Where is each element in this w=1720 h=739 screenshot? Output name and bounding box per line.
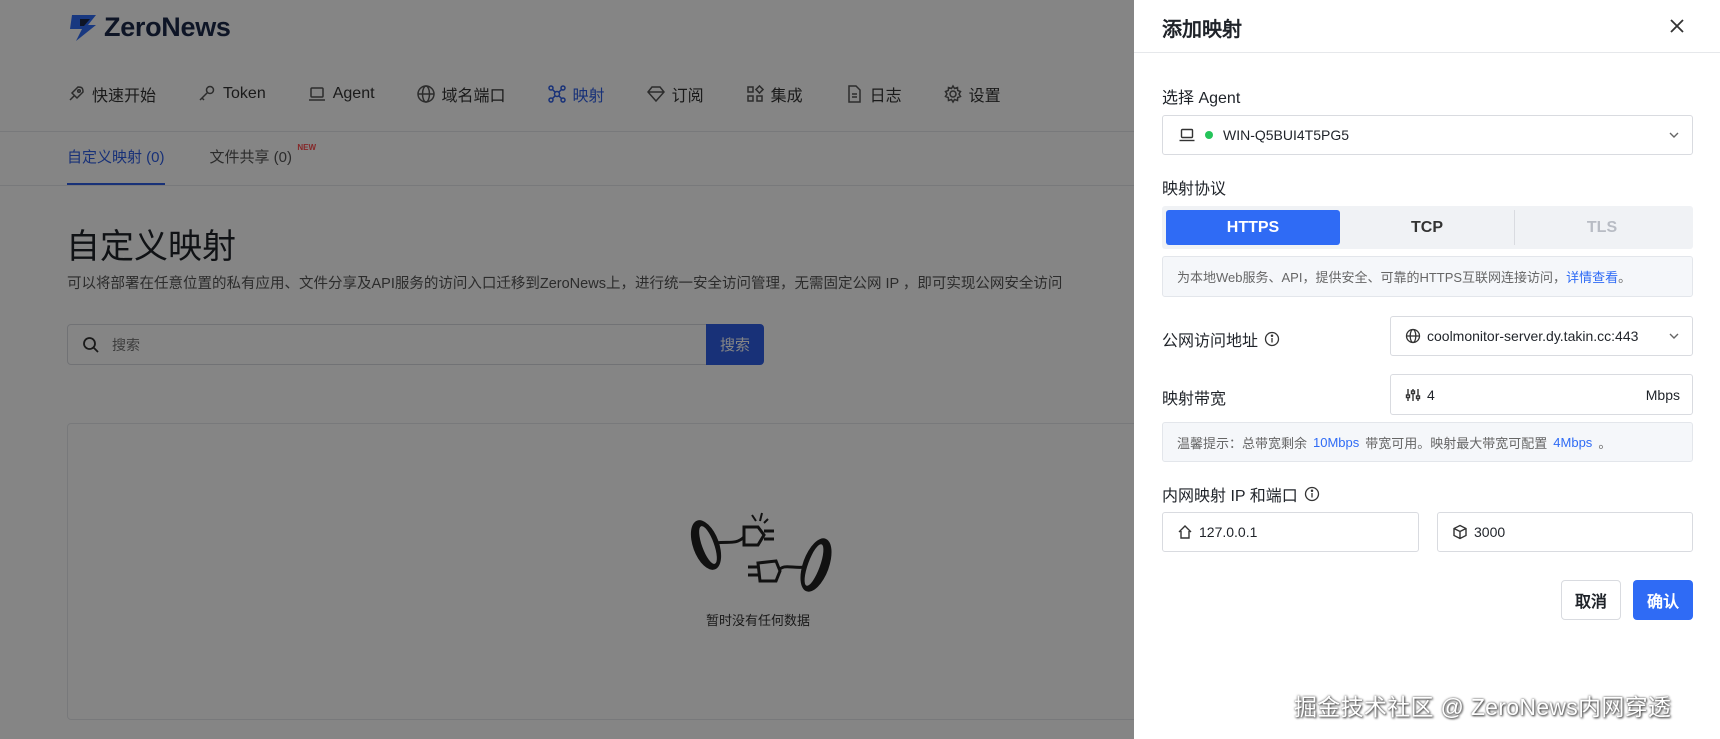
- close-icon: [1670, 19, 1684, 33]
- protocol-option-https[interactable]: HTTPS: [1166, 210, 1340, 245]
- drawer-title: 添加映射: [1162, 19, 1242, 41]
- bandwidth-label: 映射带宽: [1162, 391, 1227, 408]
- drawer-header: 添加映射: [1134, 0, 1720, 53]
- public-address-value: coolmonitor-server.dy.takin.cc:443: [1427, 328, 1639, 344]
- bw-hint-total: 10Mbps: [1313, 434, 1360, 450]
- bw-hint-prefix: 温馨提示：总带宽剩余: [1177, 435, 1308, 451]
- inner-address-label: 内网映射 IP 和端口: [1162, 482, 1320, 506]
- agent-select[interactable]: WIN-Q5BUI4T5PG5: [1162, 115, 1693, 155]
- modal-overlay[interactable]: [0, 0, 1134, 739]
- inner-ip-input[interactable]: 127.0.0.1: [1162, 512, 1419, 552]
- cancel-button[interactable]: 取消: [1561, 580, 1621, 620]
- protocol-hint: 为本地Web服务、API，提供安全、可靠的HTTPS互联网连接访问， 详情查看 …: [1162, 256, 1693, 297]
- home-icon: [1178, 525, 1192, 539]
- sliders-icon: [1405, 388, 1421, 401]
- inner-port-input[interactable]: 3000: [1437, 512, 1693, 552]
- inner-ip-value: 127.0.0.1: [1199, 524, 1258, 540]
- chevron-down-icon: [1669, 132, 1679, 138]
- bandwidth-value: 4: [1427, 386, 1435, 403]
- public-address-select[interactable]: coolmonitor-server.dy.takin.cc:443: [1390, 316, 1693, 356]
- protocol-hint-end: 。: [1618, 270, 1632, 285]
- bandwidth-input[interactable]: 4 Mbps: [1390, 374, 1693, 415]
- globe-icon: [1405, 328, 1421, 344]
- online-status-dot: [1205, 131, 1213, 139]
- bw-hint-max: 4Mbps: [1553, 434, 1593, 450]
- protocol-segmented-control: HTTPS TCP TLS: [1162, 206, 1693, 249]
- laptop-icon: [1179, 128, 1195, 142]
- inner-port-value: 3000: [1474, 524, 1506, 540]
- confirm-button[interactable]: 确认: [1633, 580, 1693, 620]
- bandwidth-hint: 温馨提示：总带宽剩余 10Mbps 带宽可用。映射最大带宽可配置 4Mbps 。: [1162, 422, 1693, 462]
- protocol-option-tls[interactable]: TLS: [1514, 210, 1689, 245]
- protocol-label: 映射协议: [1162, 181, 1227, 198]
- agent-value: WIN-Q5BUI4T5PG5: [1223, 127, 1350, 143]
- cube-icon: [1453, 524, 1467, 540]
- public-address-label-text: 公网访问地址: [1162, 333, 1259, 350]
- bandwidth-unit: Mbps: [1645, 386, 1680, 403]
- bw-hint-mid: 带宽可用。映射最大带宽可配置: [1365, 435, 1548, 451]
- protocol-option-tcp[interactable]: TCP: [1340, 210, 1514, 245]
- details-link[interactable]: 详情查看: [1566, 267, 1618, 286]
- watermark: 掘金技术社区 @ ZeroNews内网穿透: [1294, 694, 1672, 720]
- public-address-label: 公网访问地址: [1162, 327, 1280, 351]
- info-icon[interactable]: [1264, 331, 1280, 347]
- bw-hint-end: 。: [1598, 435, 1612, 451]
- protocol-hint-text: 为本地Web服务、API，提供安全、可靠的HTTPS互联网连接访问，: [1177, 270, 1567, 285]
- add-mapping-drawer: 添加映射: [1134, 0, 1720, 739]
- info-icon[interactable]: [1304, 486, 1320, 502]
- agent-label: 选择 Agent: [1162, 90, 1241, 107]
- close-button[interactable]: [1665, 14, 1689, 38]
- inner-address-label-text: 内网映射 IP 和端口: [1162, 488, 1298, 505]
- chevron-down-icon: [1669, 333, 1679, 339]
